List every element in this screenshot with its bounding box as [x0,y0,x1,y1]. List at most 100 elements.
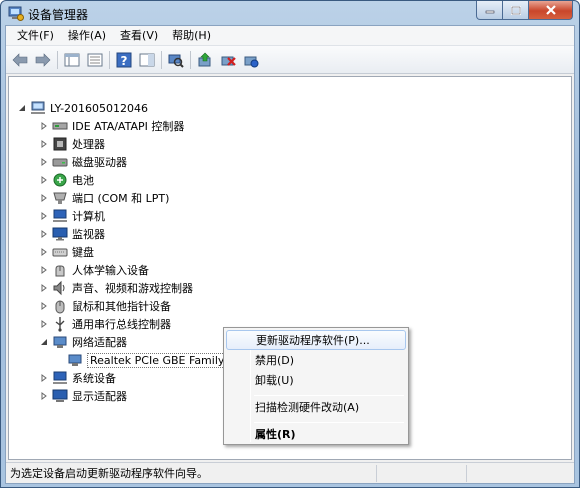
context-properties[interactable]: 属性(R) [226,424,406,444]
tree-root[interactable]: LY-201605012046 [17,99,148,117]
context-menu: 更新驱动程序软件(P)... 禁用(D) 卸载(U) 扫描检测硬件改动(A) 属… [223,327,409,445]
close-icon [545,5,556,15]
tree-node-computer[interactable]: 计算机 [39,207,105,225]
tree-node-usb[interactable]: 通用串行总线控制器 [39,315,171,333]
back-arrow-icon [12,52,28,67]
menu-help[interactable]: 帮助(H) [165,26,218,46]
expand-triangle-icon[interactable] [39,284,48,293]
toolbar-separator [57,50,58,69]
menu-view[interactable]: 查看(V) [113,26,165,46]
expand-triangle-icon[interactable] [39,158,48,167]
tree-node-keyboard[interactable]: 键盘 [39,243,94,261]
tree-node-label: IDE ATA/ATAPI 控制器 [72,120,185,133]
port-icon [52,190,68,206]
expand-triangle-icon[interactable] [39,302,48,311]
expand-triangle-icon[interactable] [39,392,48,401]
update-driver-button[interactable] [195,50,215,70]
tree-node-mouse[interactable]: 鼠标和其他指针设备 [39,297,171,315]
action-pane-icon [139,53,155,66]
expand-triangle-icon[interactable] [39,176,48,185]
tree-node-label: 计算机 [72,210,105,223]
enable-device-icon [244,56,259,67]
forward-button[interactable] [33,50,53,70]
tree-node-system[interactable]: 系统设备 [39,369,116,387]
tree-node-label: 网络适配器 [72,336,127,349]
expand-triangle-icon[interactable] [39,122,48,131]
tree-node-label: 端口 (COM 和 LPT) [72,192,170,205]
toolbar-separator [190,50,191,69]
context-uninstall[interactable]: 卸载(U) [226,370,406,390]
menu-action[interactable]: 操作(A) [61,26,113,46]
window-title: 设备管理器 [28,8,89,22]
computer-icon [30,100,46,116]
console-button[interactable] [85,50,105,70]
scan-hardware-button[interactable] [166,50,186,70]
uninstall-button[interactable] [218,50,238,70]
disk-drive-icon [52,154,68,170]
maximize-button[interactable] [503,1,529,20]
device-manager-window: 设备管理器 文件(F) 操作(A) 查看(V) 帮助(H) ? LY-20160… [0,0,580,488]
collapse-triangle-icon[interactable] [17,104,26,113]
context-menu-separator [254,422,404,423]
tree-root-label: LY-201605012046 [50,101,149,115]
expand-triangle-icon[interactable] [39,230,48,239]
tree-node-processor[interactable]: 处理器 [39,135,105,153]
expand-triangle-icon[interactable] [39,248,48,257]
tree-node-label: 鼠标和其他指针设备 [72,300,171,313]
tree-node-label: 人体学输入设备 [72,264,149,277]
help-button[interactable]: ? [114,50,134,70]
context-menu-separator [254,395,404,396]
realtek-label: Realtek PCIe GBE Family Co [90,353,243,367]
tree-node-network[interactable]: 网络适配器 [39,333,127,351]
network-adapter-icon [52,334,68,350]
tree-node-disk[interactable]: 磁盘驱动器 [39,153,127,171]
tree-node-port[interactable]: 端口 (COM 和 LPT) [39,189,169,207]
tree-node-ide[interactable]: IDE ATA/ATAPI 控制器 [39,117,184,135]
tree-node-sound[interactable]: 声音、视频和游戏控制器 [39,279,193,297]
menu-bar: 文件(F) 操作(A) 查看(V) 帮助(H) [6,26,574,46]
expand-triangle-icon[interactable] [39,212,48,221]
expand-triangle-icon[interactable] [39,194,48,203]
usb-icon [52,316,68,332]
display-adapter-icon [52,388,68,404]
tree-node-monitor[interactable]: 监视器 [39,225,105,243]
network-card-icon [67,352,83,368]
tree-node-hid[interactable]: 人体学输入设备 [39,261,149,279]
battery-icon [52,172,68,188]
show-hide-tree-button[interactable] [62,50,82,70]
tree-node-battery[interactable]: 电池 [39,171,94,189]
forward-arrow-icon [35,52,51,67]
enable-device-button[interactable] [241,50,261,70]
processor-icon [52,136,68,152]
menu-file[interactable]: 文件(F) [10,26,61,46]
tree-node-display[interactable]: 显示适配器 [39,387,127,405]
device-manager-icon [8,5,24,21]
tree-node-label: 监视器 [72,228,105,241]
minimize-button[interactable] [476,1,503,20]
context-update-driver[interactable]: 更新驱动程序软件(P)... [226,330,406,350]
uninstall-icon [221,56,236,66]
scan-hardware-icon [168,54,184,68]
tree-node-label: 电池 [72,174,94,187]
toolbar-separator [161,50,162,69]
collapse-triangle-icon[interactable] [39,338,48,347]
svg-text:?: ? [121,54,128,68]
maximize-icon [510,5,521,15]
keyboard-icon [52,244,68,260]
monitor-icon [52,226,68,242]
tree-node-label: 声音、视频和游戏控制器 [72,282,193,295]
close-button[interactable] [529,1,573,20]
properties-grid-icon [64,53,80,66]
tree-node-label: 磁盘驱动器 [72,156,127,169]
expand-triangle-icon[interactable] [39,320,48,329]
expand-triangle-icon[interactable] [39,374,48,383]
expand-triangle-icon[interactable] [39,266,48,275]
action-pane-button[interactable] [137,50,157,70]
title-bar[interactable]: 设备管理器 [1,1,579,25]
context-scan-hardware[interactable]: 扫描检测硬件改动(A) [226,397,406,417]
expand-triangle-icon[interactable] [39,140,48,149]
back-button[interactable] [10,50,30,70]
context-disable[interactable]: 禁用(D) [226,350,406,370]
status-text: 为选定设备启动更新驱动程序软件向导。 [10,467,208,480]
ide-controller-icon [52,118,68,134]
